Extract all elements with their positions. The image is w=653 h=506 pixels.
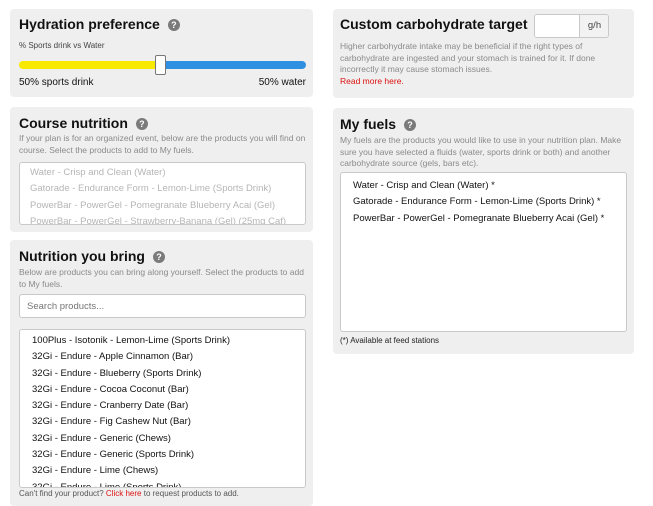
carb-target-panel: Custom carbohydrate target? g/h Higher c…: [333, 9, 634, 98]
carb-target-input[interactable]: [535, 15, 579, 37]
hydration-right-label: 50% water: [258, 77, 306, 88]
my-fuels-title: My fuels: [340, 116, 397, 132]
course-nutrition-title-row: Course nutrition?: [19, 115, 148, 131]
list-item[interactable]: Gatorade - Endurance Form - Lemon-Lime (…: [30, 181, 305, 197]
question-circle-icon[interactable]: ?: [167, 19, 180, 31]
list-item[interactable]: PowerBar - PowerGel - Pomegranate Bluebe…: [30, 198, 305, 214]
course-nutrition-title: Course nutrition: [19, 115, 128, 131]
list-item[interactable]: 100Plus - Isotonik - Lemon-Lime (Sports …: [32, 333, 305, 349]
question-circle-icon[interactable]: ?: [404, 119, 417, 131]
read-more-link[interactable]: Read more here.: [340, 76, 404, 86]
course-nutrition-list[interactable]: Water - Crisp and Clean (Water) Gatorade…: [19, 162, 306, 225]
slider-thumb[interactable]: [155, 55, 166, 75]
carb-unit-label: g/h: [579, 15, 608, 37]
list-item[interactable]: Gatorade - Endurance Form - Lemon-Lime (…: [353, 194, 626, 210]
sports-drink-track: [19, 61, 160, 69]
list-item[interactable]: PowerBar - PowerGel - Pomegranate Bluebe…: [353, 211, 626, 227]
my-fuels-list[interactable]: Water - Crisp and Clean (Water) * Gatora…: [340, 172, 627, 332]
footer-prefix: Can't find your product?: [19, 489, 104, 498]
hydration-panel: Hydration preference? % Sports drink vs …: [10, 9, 313, 97]
list-item[interactable]: 32Gi - Endure - Blueberry (Sports Drink): [32, 366, 305, 382]
list-item[interactable]: Water - Crisp and Clean (Water) *: [353, 178, 626, 194]
carb-target-description: Higher carbohydrate intake may be benefi…: [340, 41, 630, 87]
hydration-title-row: Hydration preference?: [19, 16, 180, 32]
request-product-footer: Can't find your product? Click here to r…: [19, 489, 239, 498]
hydration-left-label: 50% sports drink: [19, 77, 94, 88]
list-item[interactable]: 32Gi - Endure - Lime (Sports Drink): [32, 480, 305, 487]
water-track: [165, 61, 306, 69]
nutrition-bring-description: Below are products you can bring along y…: [19, 267, 304, 289]
nutrition-bring-title-row: Nutrition you bring?: [19, 248, 165, 264]
list-item[interactable]: 32Gi - Endure - Generic (Sports Drink): [32, 447, 305, 463]
products-list[interactable]: 100Plus - Isotonik - Lemon-Lime (Sports …: [19, 329, 306, 488]
list-item[interactable]: 32Gi - Endure - Cocoa Coconut (Bar): [32, 382, 305, 398]
nutrition-bring-title: Nutrition you bring: [19, 248, 145, 264]
course-nutrition-description: If your plan is for an organized event, …: [19, 133, 306, 155]
list-item[interactable]: Water - Crisp and Clean (Water): [30, 165, 305, 181]
carb-target-title-row: Custom carbohydrate target?: [340, 16, 548, 32]
my-fuels-footnote: (*) Available at feed stations: [340, 336, 440, 345]
hydration-title: Hydration preference: [19, 16, 160, 32]
nutrition-bring-panel: Nutrition you bring? Below are products …: [10, 240, 313, 506]
course-nutrition-panel: Course nutrition? If your plan is for an…: [10, 107, 313, 232]
carb-target-description-text: Higher carbohydrate intake may be benefi…: [340, 41, 596, 74]
list-item[interactable]: 32Gi - Endure - Apple Cinnamon (Bar): [32, 349, 305, 365]
request-product-link[interactable]: Click here: [106, 489, 142, 498]
list-item[interactable]: 32Gi - Endure - Cranberry Date (Bar): [32, 398, 305, 414]
carb-target-input-group: g/h: [534, 14, 609, 38]
my-fuels-title-row: My fuels?: [340, 116, 417, 132]
list-item[interactable]: 32Gi - Endure - Generic (Chews): [32, 431, 305, 447]
hydration-slider-label: % Sports drink vs Water: [19, 41, 105, 50]
footer-suffix: to request products to add.: [143, 489, 239, 498]
hydration-slider[interactable]: [19, 55, 306, 75]
my-fuels-panel: My fuels? My fuels are the products you …: [333, 108, 634, 354]
list-item[interactable]: 32Gi - Endure - Fig Cashew Nut (Bar): [32, 414, 305, 430]
my-fuels-description: My fuels are the products you would like…: [340, 135, 622, 168]
carb-target-title: Custom carbohydrate target: [340, 16, 528, 32]
list-item[interactable]: PowerBar - PowerGel - Strawberry-Banana …: [30, 214, 305, 224]
search-input[interactable]: [19, 294, 306, 318]
list-item[interactable]: 32Gi - Endure - Lime (Chews): [32, 463, 305, 479]
question-circle-icon[interactable]: ?: [135, 118, 148, 130]
question-circle-icon[interactable]: ?: [152, 251, 165, 263]
